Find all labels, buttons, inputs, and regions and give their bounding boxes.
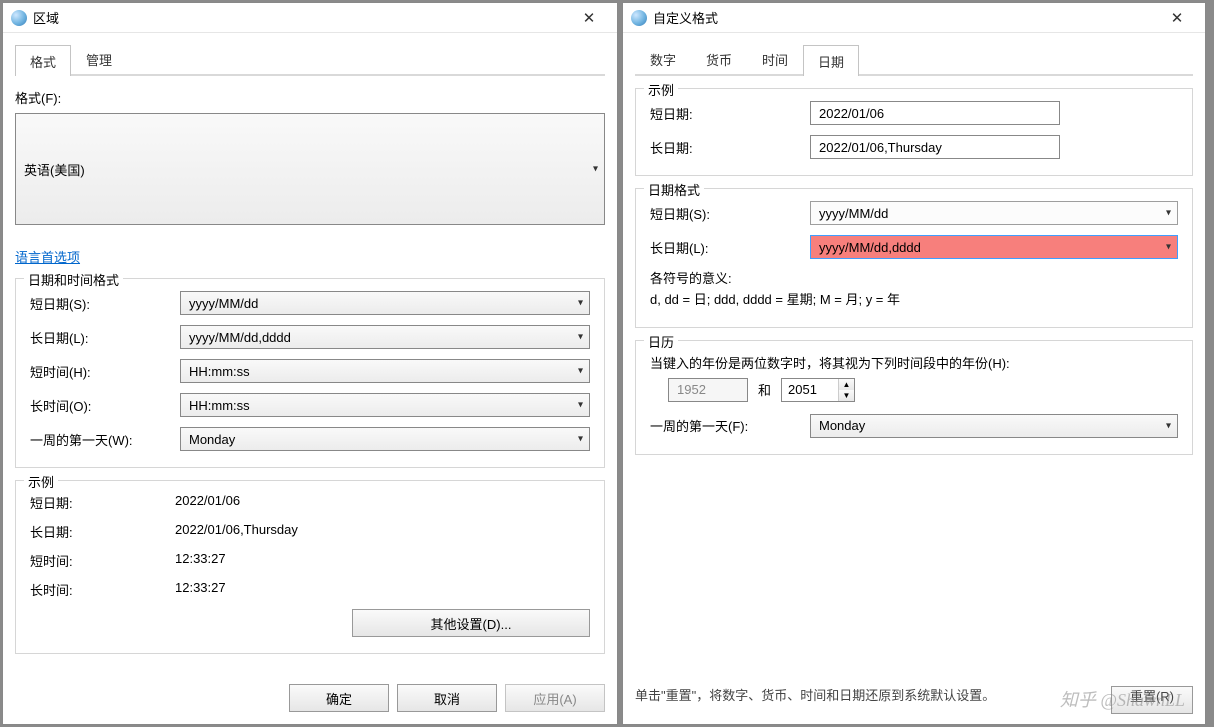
sample-short-box: 2022/01/06 xyxy=(810,101,1060,125)
sample-short-time: 12:33:27 xyxy=(175,551,226,570)
sample-long-date: 2022/01/06,Thursday xyxy=(175,522,298,541)
region-content: 格式 管理 格式(F): 英语(美国) ▾ 语言首选项 日期和时间格式 短日期(… xyxy=(3,33,617,676)
sample-long-box: 2022/01/06,Thursday xyxy=(810,135,1060,159)
chevron-down-icon: ▾ xyxy=(593,164,598,175)
cancel-button[interactable]: 取消 xyxy=(397,684,497,712)
globe-icon xyxy=(631,10,647,26)
lang-pref-link[interactable]: 语言首选项 xyxy=(15,247,605,266)
format-select-value: 英语(美国) xyxy=(24,160,85,179)
first-day-select-r[interactable]: Monday ▾ xyxy=(810,414,1178,438)
short-date-label: 短日期(S): xyxy=(30,294,180,313)
sample-fieldset-r: 示例 短日期: 2022/01/06 长日期: 2022/01/06,Thurs… xyxy=(635,88,1193,176)
close-icon[interactable]: ✕ xyxy=(1157,9,1197,27)
chevron-down-icon: ▾ xyxy=(578,332,583,343)
long-date-label: 长日期(L): xyxy=(30,328,180,347)
tab-number[interactable]: 数字 xyxy=(635,43,691,74)
chevron-down-icon: ▾ xyxy=(578,366,583,377)
datetime-legend: 日期和时间格式 xyxy=(24,270,123,289)
close-icon[interactable]: ✕ xyxy=(569,9,609,27)
tabs-region: 格式 管理 xyxy=(15,43,605,76)
sample-short-date: 2022/01/06 xyxy=(175,493,240,512)
long-time-select[interactable]: HH:mm:ss ▾ xyxy=(180,393,590,417)
short-time-select[interactable]: HH:mm:ss ▾ xyxy=(180,359,590,383)
format-select[interactable]: 英语(美国) ▾ xyxy=(15,113,605,225)
tabs-customize: 数字 货币 时间 日期 xyxy=(635,43,1193,76)
df-short-combo[interactable]: yyyy/MM/dd ▾ xyxy=(810,201,1178,225)
spin-down-icon[interactable]: ▼ xyxy=(839,390,854,401)
short-time-label: 短时间(H): xyxy=(30,362,180,381)
window-title-region: 区域 xyxy=(33,8,569,27)
tab-format[interactable]: 格式 xyxy=(15,45,71,76)
tab-date[interactable]: 日期 xyxy=(803,45,859,76)
chevron-down-icon: ▾ xyxy=(1166,420,1171,431)
two-digit-hint: 当键入的年份是两位数字时，将其视为下列时间段中的年份(H): xyxy=(650,353,1178,372)
year-to-spin[interactable]: 2051 ▲ ▼ xyxy=(781,378,855,402)
apply-button[interactable]: 应用(A) xyxy=(505,684,605,712)
region-window: 区域 ✕ 格式 管理 格式(F): 英语(美国) ▾ 语言首选项 日期和时间格式… xyxy=(2,2,618,725)
spin-up-icon[interactable]: ▲ xyxy=(839,379,854,390)
tab-currency[interactable]: 货币 xyxy=(691,43,747,74)
window-title-customize: 自定义格式 xyxy=(653,8,1157,27)
first-day-label: 一周的第一天(W): xyxy=(30,430,180,449)
dialog-buttons: 确定 取消 应用(A) xyxy=(3,676,617,724)
customize-window: 自定义格式 ✕ 数字 货币 时间 日期 示例 短日期: 2022/01/06 长… xyxy=(622,2,1206,725)
reset-button[interactable]: 重置(R) xyxy=(1111,686,1193,714)
year-from: 1952 xyxy=(668,378,748,402)
datetime-fieldset: 日期和时间格式 短日期(S): yyyy/MM/dd ▾ 长日期(L): yyy… xyxy=(15,278,605,468)
ok-button[interactable]: 确定 xyxy=(289,684,389,712)
meaning-block: 各符号的意义: d, dd = 日; ddd, dddd = 星期; M = 月… xyxy=(650,269,1178,311)
chevron-down-icon: ▾ xyxy=(578,434,583,445)
chevron-down-icon: ▾ xyxy=(1166,242,1171,253)
titlebar-region: 区域 ✕ xyxy=(3,3,617,33)
chevron-down-icon: ▾ xyxy=(578,298,583,309)
chevron-down-icon: ▾ xyxy=(1166,208,1171,219)
format-label: 格式(F): xyxy=(15,88,605,107)
other-settings-button[interactable]: 其他设置(D)... xyxy=(352,609,590,637)
dateformat-fieldset: 日期格式 短日期(S): yyyy/MM/dd ▾ 长日期(L): yyyy/M… xyxy=(635,188,1193,328)
long-time-label: 长时间(O): xyxy=(30,396,180,415)
globe-icon xyxy=(11,10,27,26)
short-date-select[interactable]: yyyy/MM/dd ▾ xyxy=(180,291,590,315)
customize-content: 数字 货币 时间 日期 示例 短日期: 2022/01/06 长日期: 2022… xyxy=(623,33,1205,724)
chevron-down-icon: ▾ xyxy=(578,400,583,411)
titlebar-customize: 自定义格式 ✕ xyxy=(623,3,1205,33)
tab-manage[interactable]: 管理 xyxy=(71,43,127,74)
df-long-combo[interactable]: yyyy/MM/dd,dddd ▾ xyxy=(810,235,1178,259)
sample-legend: 示例 xyxy=(24,472,58,491)
reset-note: 单击"重置"，将数字、货币、时间和日期还原到系统默认设置。 重置(R) xyxy=(635,674,1193,714)
sample-long-time: 12:33:27 xyxy=(175,580,226,599)
tab-time[interactable]: 时间 xyxy=(747,43,803,74)
calendar-fieldset: 日历 当键入的年份是两位数字时，将其视为下列时间段中的年份(H): 1952 和… xyxy=(635,340,1193,455)
first-day-select[interactable]: Monday ▾ xyxy=(180,427,590,451)
sample-fieldset: 示例 短日期:2022/01/06 长日期:2022/01/06,Thursda… xyxy=(15,480,605,654)
long-date-select[interactable]: yyyy/MM/dd,dddd ▾ xyxy=(180,325,590,349)
